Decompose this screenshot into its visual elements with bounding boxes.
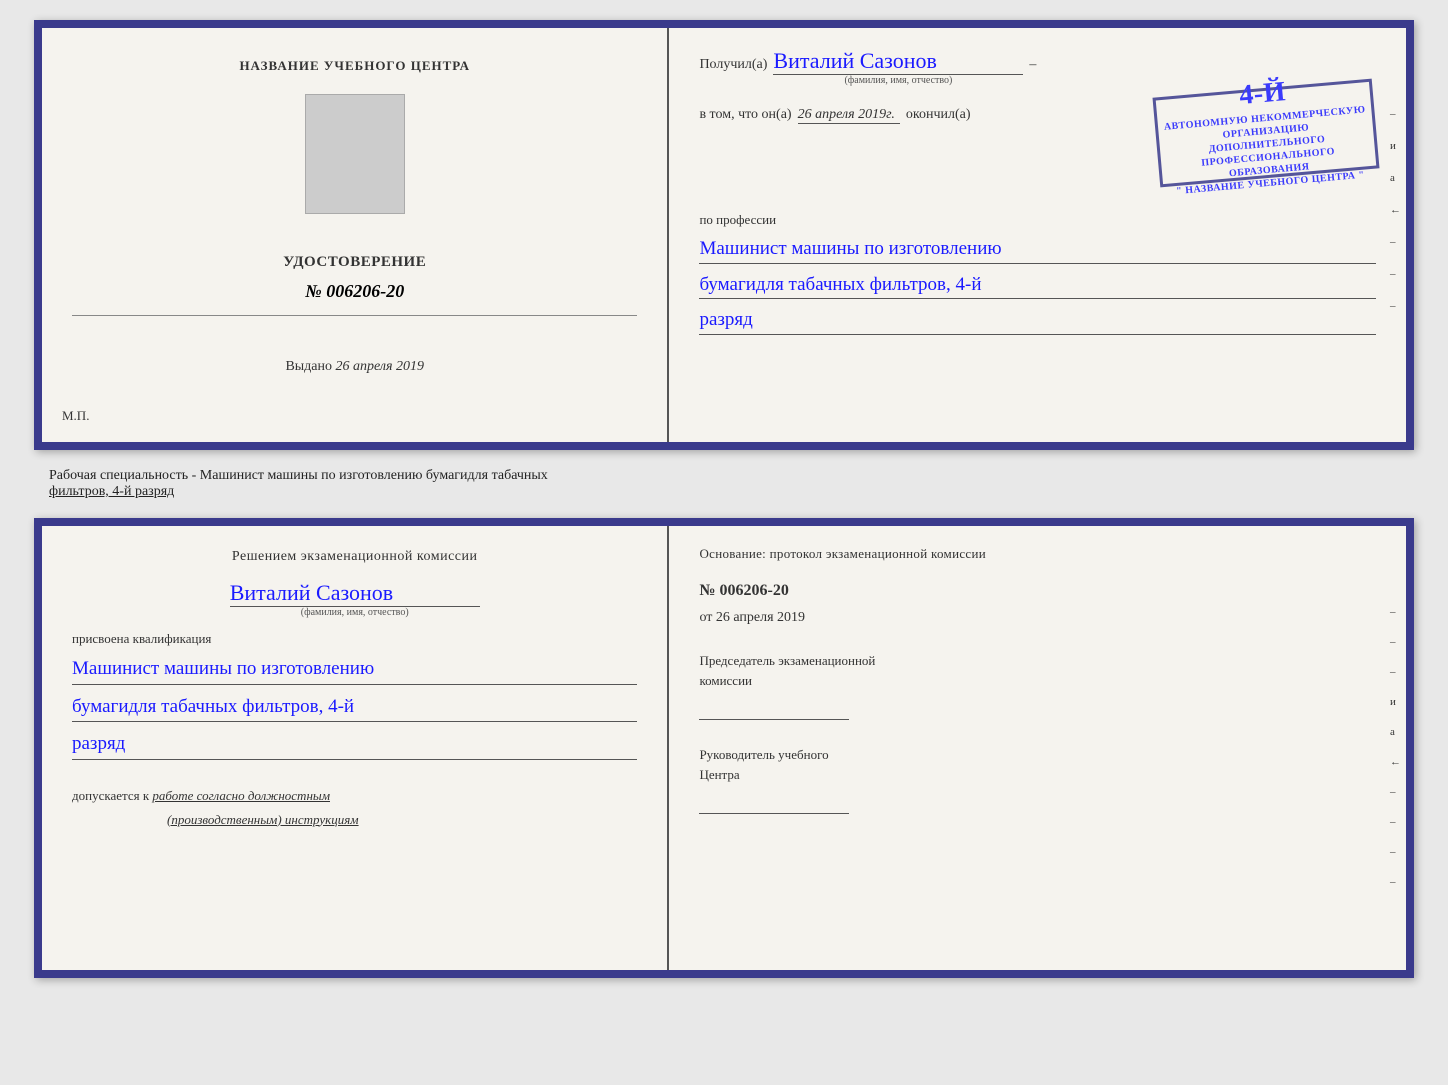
side-mark-4: ← <box>1390 204 1401 216</box>
side-marks-top: – и а ← – – – <box>1390 108 1401 312</box>
dopuskaetsya-text2: (производственным) инструкциям <box>167 812 637 828</box>
dopuskaetsya-row: допускается к работе согласно должностны… <box>72 788 637 804</box>
bottom-right-panel: Основание: протокол экзаменационной коми… <box>669 526 1406 970</box>
bsm-5: а <box>1390 726 1401 738</box>
stamp-overlay: 4-й АВТОНОМНУЮ НЕКОММЕРЧЕСКУЮ ОРГАНИЗАЦИ… <box>1152 79 1379 188</box>
bsm-4: и <box>1390 696 1401 708</box>
top-left-panel: НАЗВАНИЕ УЧЕБНОГО ЦЕНТРА УДОСТОВЕРЕНИЕ №… <box>42 28 669 442</box>
completed-prefix: в том, что он(а) <box>699 107 791 123</box>
komissia-title: Решением экзаменационной комиссии <box>72 546 637 567</box>
osnovanye-title: Основание: протокол экзаменационной коми… <box>699 546 1376 562</box>
bottom-prof-line3: разряд <box>72 730 637 760</box>
predsedatel-label: Председатель экзаменационной комиссии <box>699 651 1376 690</box>
bsm-1: – <box>1390 606 1401 618</box>
side-mark-3: а <box>1390 172 1401 184</box>
predsedatel-label2: комиссии <box>699 673 752 688</box>
dopuskaetsya-label: допускается к <box>72 788 149 803</box>
protocol-number: № 006206-20 <box>699 582 1376 600</box>
completed-date: 26 апреля 2019г. <box>798 107 900 124</box>
bottom-fio-subtitle: (фамилия, имя, отчество) <box>301 607 409 618</box>
bottom-left-panel: Решением экзаменационной комиссии Витали… <box>42 526 669 970</box>
bottom-recipient-name: Виталий Сазонов <box>230 580 480 607</box>
profession-line2: бумагидля табачных фильтров, 4-й <box>699 272 1376 300</box>
top-certificate: НАЗВАНИЕ УЧЕБНОГО ЦЕНТРА УДОСТОВЕРЕНИЕ №… <box>34 20 1414 450</box>
top-right-panel: Получил(а) Виталий Сазонов (фамилия, имя… <box>669 28 1406 442</box>
bsm-7: – <box>1390 786 1401 798</box>
rukovoditel-signature-line <box>699 794 849 814</box>
middle-text-line2: фильтров, 4-й разряд <box>49 484 174 499</box>
udostoverenie-label: УДОСТОВЕРЕНИЕ <box>283 254 426 271</box>
prisvoena-label: присвоена квалификация <box>72 631 637 647</box>
bsm-10: – <box>1390 876 1401 888</box>
side-mark-5: – <box>1390 236 1401 248</box>
doc-number-top: № 006206-20 <box>305 281 404 302</box>
middle-text-block: Рабочая специальность - Машинист машины … <box>34 460 1414 508</box>
dopuskaetsya-text: работе согласно должностным <box>152 788 330 803</box>
profession-line3: разряд <box>699 307 1376 335</box>
bsm-9: – <box>1390 846 1401 858</box>
protocol-date: 26 апреля 2019 <box>716 610 805 625</box>
side-mark-1: – <box>1390 108 1401 120</box>
rukovoditel-label1: Руководитель учебного <box>699 747 828 762</box>
completed-word: окончил(а) <box>906 107 971 123</box>
protocol-date-row: от 26 апреля 2019 <box>699 610 1376 626</box>
side-mark-6: – <box>1390 268 1401 280</box>
predsedatel-signature-line <box>699 700 849 720</box>
bottom-prof-line2: бумагидля табачных фильтров, 4-й <box>72 693 637 723</box>
rukovoditel-label: Руководитель учебного Центра <box>699 745 1376 784</box>
side-mark-7: – <box>1390 300 1401 312</box>
bottom-certificate: Решением экзаменационной комиссии Витали… <box>34 518 1414 978</box>
middle-text-line1: Рабочая специальность - Машинист машины … <box>49 468 548 483</box>
bottom-prof-line1: Машинист машины по изготовлению <box>72 655 637 685</box>
stamp-line1: 4-й <box>1238 74 1288 114</box>
mp-label: М.П. <box>62 408 89 424</box>
photo-placeholder <box>305 94 405 214</box>
divider1 <box>72 315 637 316</box>
bsm-8: – <box>1390 816 1401 828</box>
issued-label: Выдано <box>285 359 332 374</box>
predsedatel-label1: Председатель экзаменационной <box>699 653 875 668</box>
ot-label: от <box>699 610 712 625</box>
recipient-prefix: Получил(а) <box>699 57 767 73</box>
dash: – <box>1029 57 1036 73</box>
issued-date: 26 апреля 2019 <box>336 359 424 374</box>
rukovoditel-label2: Центра <box>699 767 739 782</box>
recipient-subtitle: (фамилия, имя, отчество) <box>844 75 952 86</box>
side-marks-bottom: – – – и а ← – – – – <box>1390 606 1401 888</box>
side-mark-2: и <box>1390 140 1401 152</box>
bsm-2: – <box>1390 636 1401 648</box>
profession-line1: Машинист машины по изготовлению <box>699 236 1376 264</box>
bsm-6: ← <box>1390 756 1401 768</box>
recipient-name: Виталий Сазонов <box>773 48 1023 75</box>
bottom-name-block: Виталий Сазонов (фамилия, имя, отчество) <box>72 580 637 618</box>
profession-label: по профессии <box>699 212 1376 228</box>
center-name-top: НАЗВАНИЕ УЧЕБНОГО ЦЕНТРА <box>239 58 470 74</box>
bsm-3: – <box>1390 666 1401 678</box>
issued-line: Выдано 26 апреля 2019 <box>285 359 424 375</box>
